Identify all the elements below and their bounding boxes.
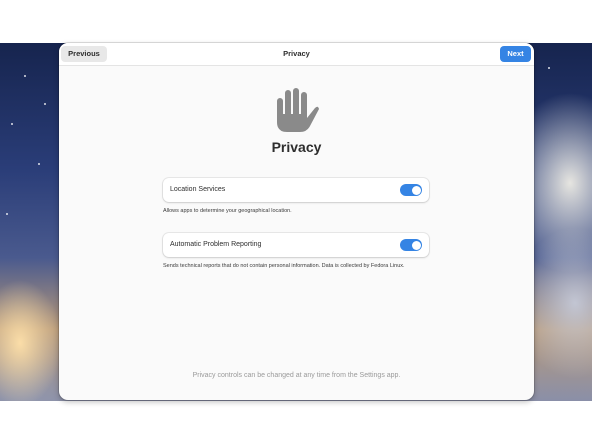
star xyxy=(44,103,46,105)
footer-note: Privacy controls can be changed at any t… xyxy=(192,372,401,379)
toggle-knob xyxy=(411,240,421,250)
problem-reporting-row: Automatic Problem Reporting xyxy=(163,233,429,257)
location-services-toggle[interactable] xyxy=(400,184,422,196)
headerbar: Previous Privacy Next xyxy=(59,43,534,66)
problem-reporting-description: Sends technical reports that do not cont… xyxy=(163,263,405,269)
headerbar-title: Privacy xyxy=(283,49,310,58)
location-services-label: Location Services xyxy=(170,186,226,193)
location-services-row: Location Services xyxy=(163,178,429,202)
toggle-knob xyxy=(411,185,421,195)
star xyxy=(24,75,26,77)
hand-raised-icon xyxy=(277,88,319,132)
location-services-description: Allows apps to determine your geographic… xyxy=(163,208,292,214)
star xyxy=(548,67,550,69)
page-title: Privacy xyxy=(271,139,322,155)
problem-reporting-toggle[interactable] xyxy=(400,239,422,251)
next-button[interactable]: Next xyxy=(500,46,531,62)
star xyxy=(11,123,13,125)
initial-setup-window: Previous Privacy Next Privacy Location S… xyxy=(59,43,534,400)
problem-reporting-label: Automatic Problem Reporting xyxy=(170,241,262,248)
star xyxy=(38,163,40,165)
star xyxy=(6,213,8,215)
